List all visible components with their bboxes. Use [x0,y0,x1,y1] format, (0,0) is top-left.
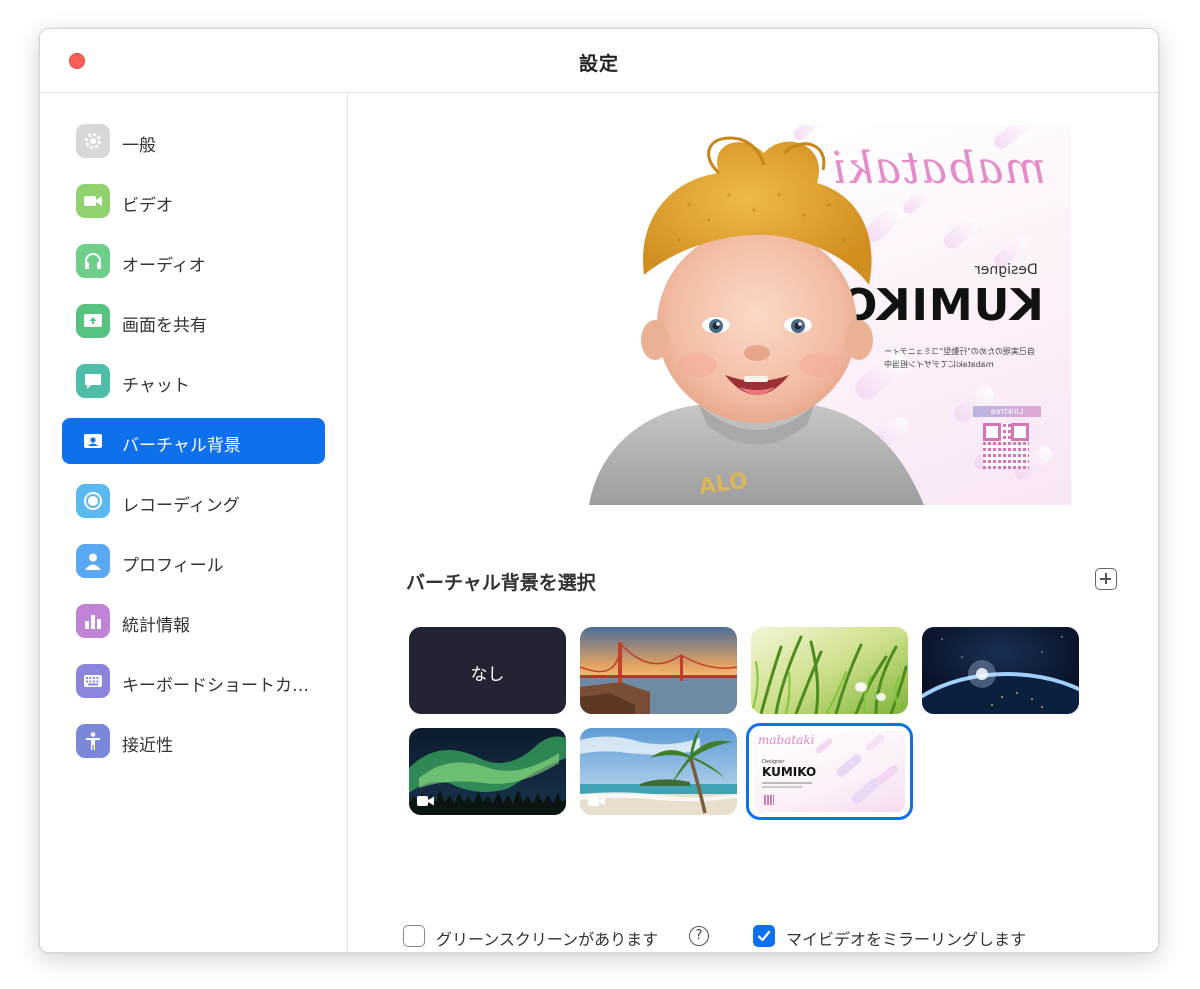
gear-icon [76,124,110,158]
background-thumb-golden-gate[interactable] [580,627,737,714]
green-screen-label: グリーンスクリーンがあります [436,930,659,949]
video-badge-icon [417,796,434,806]
green-screen-option: グリーンスクリーンがあります ? [403,925,723,949]
virtual-background-panel: mabataki Designer KUMIKO 自己実現のための"行動型"コミ… [349,93,1158,952]
qr-tag: Linktree [973,406,1041,417]
sidebar-item-video[interactable]: ビデオ [62,178,325,224]
none-label: なし [470,665,505,685]
sidebar-item-profile[interactable]: プロフィール [62,538,325,584]
add-background-button[interactable] [1095,568,1117,590]
video-camera-icon [76,184,110,218]
mirror-video-label: マイビデオをミラーリングします [786,930,1027,949]
sidebar-item-label: 画面を共有 [122,316,207,336]
share-screen-icon [76,304,110,338]
kumiko-thumb-image: mabataki Designer KUMIKO [754,731,905,812]
bar-chart-icon [76,604,110,638]
settings-window: 設定 一般 ビデオ オーディオ 画面を共有 チャット バーチャル背景 レコーディ… [39,28,1159,953]
checkmark-icon [757,930,771,942]
qr-code [983,423,1029,469]
sidebar-item-label: バーチャル背景 [122,436,241,456]
background-thumb-earth[interactable] [922,627,1079,714]
window-title: 設定 [578,53,619,75]
sidebar-item-audio[interactable]: オーディオ [62,238,325,284]
sidebar-item-label: プロフィール [122,556,224,576]
sidebar-item-label: レコーディング [122,496,240,516]
mirror-video-option: マイビデオをミラーリングします [753,925,1053,949]
sidebar-item-label: チャット [122,376,190,396]
sidebar-item-virtual-background[interactable]: バーチャル背景 [62,418,325,464]
help-icon[interactable]: ? [689,926,709,946]
sidebar-item-chat[interactable]: チャット [62,358,325,404]
background-thumb-mabataki-kumiko[interactable]: mabataki Designer KUMIKO [746,723,913,820]
designer-label: Designer [975,262,1038,278]
sidebar-item-keyboard-shortcuts[interactable]: キーボードショートカ… [62,658,325,704]
section-title: バーチャル背景を選択 [406,572,596,594]
golden-gate-image [580,627,737,714]
baby-photo: ALO [589,136,924,505]
title-bar: 設定 [40,29,1158,93]
user-icon [76,544,110,578]
sidebar-item-label: 一般 [122,136,156,156]
sidebar-item-label: ビデオ [122,196,173,216]
earth-image [922,627,1079,714]
background-thumb-aurora[interactable] [409,728,566,815]
mirror-video-checkbox[interactable] [753,925,775,947]
sidebar-item-recording[interactable]: レコーディング [62,478,325,524]
chat-bubble-icon [76,364,110,398]
thumb-name: KUMIKO [762,765,817,779]
sidebar-item-label: 統計情報 [122,616,190,636]
sidebar-item-share-screen[interactable]: 画面を共有 [62,298,325,344]
sidebar-item-label: キーボードショートカ… [122,676,309,696]
sidebar-item-label: 接近性 [122,736,173,756]
sidebar-item-statistics[interactable]: 統計情報 [62,598,325,644]
keyboard-icon [76,664,110,698]
background-preview: mabataki Designer KUMIKO 自己実現のための"行動型"コミ… [579,125,1079,505]
person-card-icon [76,424,110,458]
sidebar-item-label: オーディオ [122,256,206,276]
background-thumb-grass[interactable] [751,627,908,714]
sidebar-item-general[interactable]: 一般 [62,118,325,164]
thumb-brand: mabataki [758,733,815,747]
background-thumb-beach[interactable] [580,728,737,815]
accessibility-icon [76,724,110,758]
background-thumb-none[interactable]: なし [409,627,566,714]
sidebar-item-accessibility[interactable]: 接近性 [62,718,325,764]
headphones-icon [76,244,110,278]
grass-image [751,627,908,714]
green-screen-checkbox[interactable] [403,925,425,947]
sidebar: 一般 ビデオ オーディオ 画面を共有 チャット バーチャル背景 レコーディング … [40,93,348,952]
record-icon [76,484,110,518]
video-badge-icon [588,796,605,806]
